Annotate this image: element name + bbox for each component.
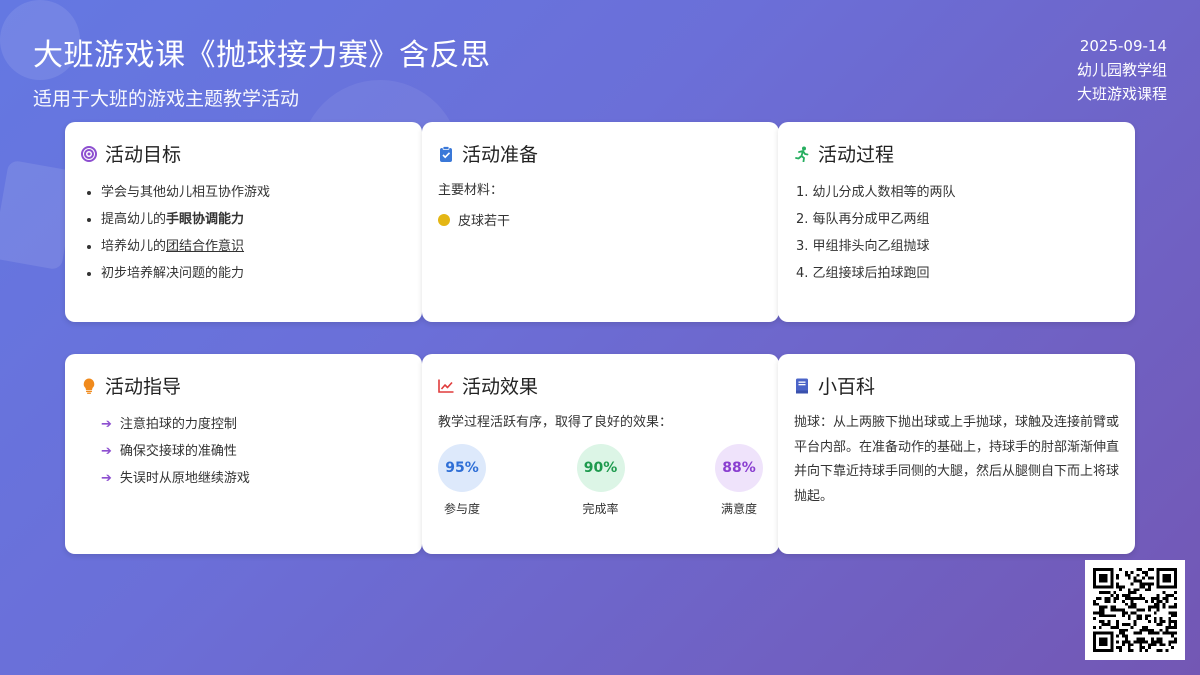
material-item: 皮球若干 (438, 210, 763, 229)
stat-circle: 95% (438, 444, 486, 492)
card-header: 活动目标 (81, 140, 406, 167)
card-header: 活动效果 (438, 372, 763, 399)
stat-label: 完成率 (582, 502, 619, 516)
effect-card: 活动效果 教学过程活跃有序，取得了良好的效果： 95% 参与度 90% 完成率 … (422, 354, 779, 554)
stat-circle: 88% (715, 444, 763, 492)
list-item: 提高幼儿的手眼协调能力 (87, 206, 406, 233)
header: 大班游戏课《抛球接力赛》含反思 适用于大班的游戏主题教学活动 (33, 30, 491, 111)
arrow-right-icon: ➔ (101, 417, 112, 432)
card-header: 活动指导 (81, 372, 406, 399)
book-icon (794, 378, 810, 394)
card-header: 活动准备 (438, 140, 763, 167)
lightbulb-icon (81, 378, 97, 394)
card-title: 活动过程 (818, 144, 895, 166)
guide-card: 活动指导 ➔ 注意拍球的力度控制 ➔ 确保交接球的准确性 ➔ 失误时从原地继续游戏 (65, 354, 422, 554)
organization: 幼儿园教学组 (1076, 61, 1167, 79)
list-item: 4. 乙组接球后拍球跑回 (796, 266, 930, 281)
stats-row: 95% 参与度 90% 完成率 88% 满意度 (438, 444, 763, 517)
wiki-text: 抛球：从上两腋下抛出球或上手抛球，球触及连接前臂或平台内部。在准备动作的基础上，… (794, 415, 1120, 504)
chart-line-icon (438, 378, 454, 394)
list-item: 1. 幼儿分成人数相等的两队 (796, 185, 956, 200)
materials-label: 主要材料： (438, 183, 504, 198)
list-item: 2. 每队再分成甲乙两组 (796, 212, 930, 227)
card-title: 活动指导 (105, 376, 182, 398)
effect-text: 教学过程活跃有序，取得了良好的效果： (438, 415, 673, 430)
date: 2025-09-14 (1079, 37, 1167, 55)
stat-label: 参与度 (443, 502, 480, 516)
target-icon (81, 145, 97, 162)
card-title: 活动准备 (462, 144, 539, 166)
running-icon (794, 146, 810, 162)
stat-completion: 90% 完成率 (576, 444, 625, 517)
stat-label: 满意度 (720, 502, 757, 516)
page-title: 大班游戏课《抛球接力赛》含反思 (33, 38, 491, 73)
list-item: ➔ 确保交接球的准确性 (101, 438, 406, 465)
list-item: 培养幼儿的团结合作意识 (87, 233, 406, 260)
list-item: ➔ 失误时从原地继续游戏 (101, 465, 406, 492)
arrow-right-icon: ➔ (101, 444, 112, 459)
card-title: 小百科 (818, 376, 876, 398)
qr-code (1085, 560, 1185, 660)
guide-list: ➔ 注意拍球的力度控制 ➔ 确保交接球的准确性 ➔ 失误时从原地继续游戏 (81, 411, 406, 492)
stat-satisfaction: 88% 满意度 (715, 444, 763, 517)
stat-circle: 90% (576, 444, 625, 492)
wiki-card: 小百科 抛球：从上两腋下抛出球或上手抛球，球触及连接前臂或平台内部。在准备动作的… (778, 354, 1135, 554)
list-item: 3. 甲组排头向乙组抛球 (796, 239, 930, 254)
process-card: 活动过程 1. 幼儿分成人数相等的两队 2. 每队再分成甲乙两组 3. 甲组排头… (778, 122, 1135, 322)
ball-icon (438, 213, 450, 226)
card-header: 小百科 (794, 372, 1119, 399)
course-name: 大班游戏课程 (1076, 85, 1167, 103)
card-header: 活动过程 (794, 140, 1119, 167)
prep-card: 活动准备 主要材料： 皮球若干 (422, 122, 779, 322)
arrow-right-icon: ➔ (101, 471, 112, 486)
list-item: 学会与其他幼儿相互协作游戏 (87, 179, 406, 206)
clipboard-icon (438, 145, 454, 162)
page-subtitle: 适用于大班的游戏主题教学活动 (33, 88, 300, 110)
card-title: 活动效果 (462, 376, 539, 398)
process-steps: 1. 幼儿分成人数相等的两队 2. 每队再分成甲乙两组 3. 甲组排头向乙组抛球… (794, 179, 1119, 287)
meta-info: 2025-09-14 幼儿园教学组 大班游戏课程 (1077, 34, 1167, 106)
list-item: 初步培养解决问题的能力 (87, 260, 406, 287)
stat-participation: 95% 参与度 (438, 444, 486, 517)
list-item: ➔ 注意拍球的力度控制 (101, 411, 406, 438)
goals-list: 学会与其他幼儿相互协作游戏 提高幼儿的手眼协调能力 培养幼儿的团结合作意识 初步… (81, 179, 406, 287)
goals-card: 活动目标 学会与其他幼儿相互协作游戏 提高幼儿的手眼协调能力 培养幼儿的团结合作… (65, 122, 422, 322)
card-title: 活动目标 (105, 144, 182, 166)
